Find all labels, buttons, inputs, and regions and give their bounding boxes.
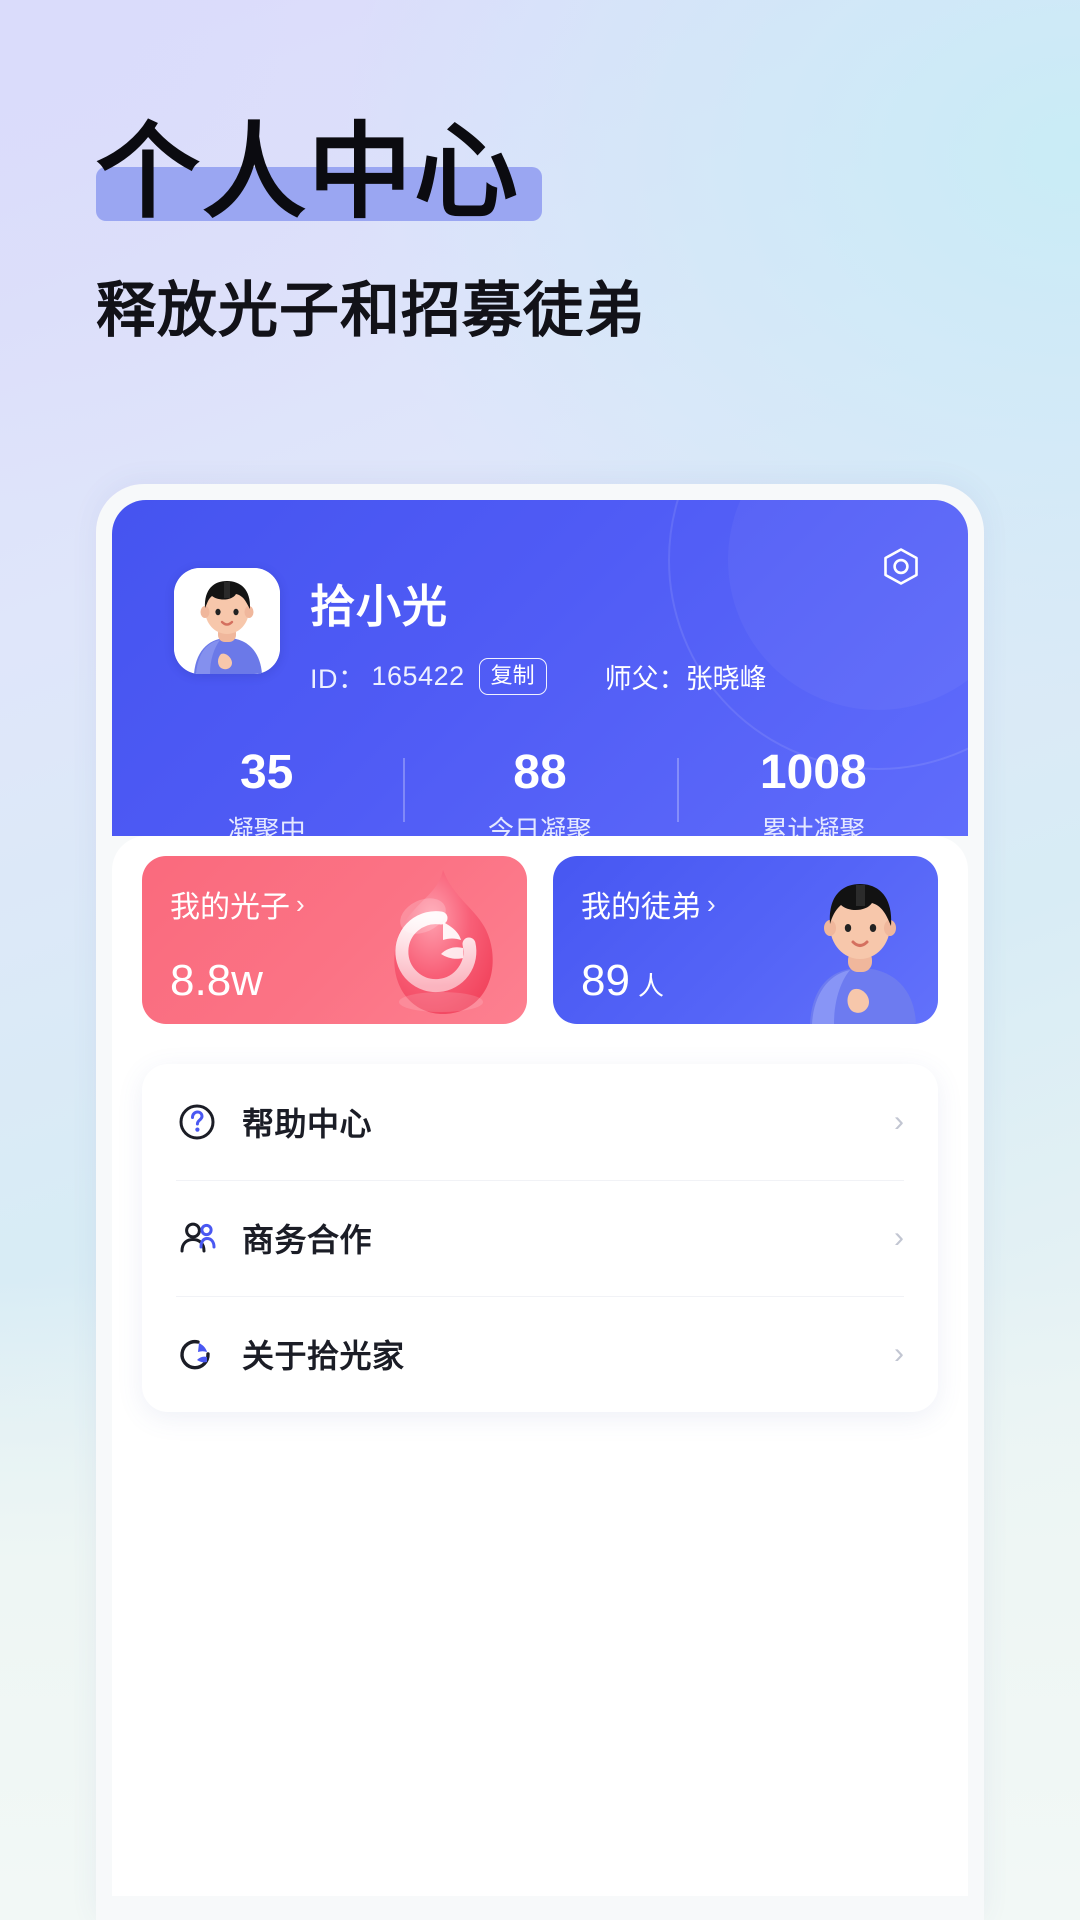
stat-value: 88 (513, 746, 567, 799)
menu-item-label: 商务合作 (242, 1222, 373, 1258)
user-id-value: 165422 (371, 661, 465, 691)
menu-item-label: 帮助中心 (242, 1106, 373, 1142)
stat-label: 凝聚中 (227, 815, 306, 836)
my-apprentices-title: 我的徒弟 (581, 891, 701, 924)
my-photons-card[interactable]: 我的光子 › 8.8w (142, 856, 527, 1024)
stat-item-aggregating[interactable]: 35 凝聚中 (130, 746, 403, 836)
my-apprentices-value: 89 人 (581, 956, 664, 1005)
app-logo-icon (176, 1333, 218, 1375)
copy-id-button[interactable]: 复制 (478, 658, 547, 695)
stat-label: 今日凝聚 (487, 815, 592, 836)
chevron-right-icon: › (894, 1105, 904, 1138)
help-circle-icon (176, 1101, 218, 1143)
gear-icon[interactable] (876, 542, 926, 592)
menu-item-help-center[interactable]: 帮助中心 › (142, 1064, 938, 1180)
my-photons-title: 我的光子 (170, 891, 290, 924)
chevron-right-icon: › (707, 888, 716, 919)
profile-card: 拾小光 ID： 165422 复制 师父：张晓峰 35 凝聚中 88 今日凝聚 … (112, 500, 968, 836)
my-photons-value: 8.8w (170, 956, 263, 1005)
chevron-right-icon: › (894, 1337, 904, 1370)
my-apprentices-card[interactable]: 我的徒弟 › 89 人 (553, 856, 938, 1024)
phone-screen: 拾小光 ID： 165422 复制 师父：张晓峰 35 凝聚中 88 今日凝聚 … (96, 484, 984, 1920)
content-sheet: 我的光子 › 8.8w 我的徒弟 › 89 人 帮助中心 › 商务合作 › 关于… (112, 836, 968, 1896)
stat-item-today[interactable]: 88 今日凝聚 (403, 746, 676, 836)
menu-item-label: 关于拾光家 (242, 1338, 405, 1374)
my-photons-header: 我的光子 › (170, 882, 527, 926)
page-title: 个人中心 (96, 115, 521, 231)
menu-list: 帮助中心 › 商务合作 › 关于拾光家 › (142, 1064, 938, 1412)
user-id-label: ID： (310, 664, 366, 694)
menu-item-about-app[interactable]: 关于拾光家 › (142, 1296, 938, 1412)
menu-item-business-cooperation[interactable]: 商务合作 › (142, 1180, 938, 1296)
feature-cards-row: 我的光子 › 8.8w 我的徒弟 › 89 人 (112, 856, 968, 1024)
stats-row: 35 凝聚中 88 今日凝聚 1008 累计凝聚 (112, 746, 968, 836)
avatar[interactable] (174, 568, 280, 674)
stat-value: 1008 (759, 746, 867, 799)
hero-section: 个人中心 释放光子和招募徒弟 (96, 112, 996, 347)
my-apprentices-header: 我的徒弟 › (581, 882, 938, 926)
stat-item-total[interactable]: 1008 累计凝聚 (676, 746, 950, 836)
stat-label: 累计凝聚 (761, 815, 866, 836)
stat-value: 35 (239, 746, 294, 799)
chevron-right-icon: › (296, 888, 305, 919)
page-subtitle: 释放光子和招募徒弟 (96, 276, 645, 344)
business-users-icon (176, 1217, 218, 1259)
chevron-right-icon: › (894, 1221, 904, 1254)
page-title-wrap: 个人中心 (96, 112, 542, 235)
